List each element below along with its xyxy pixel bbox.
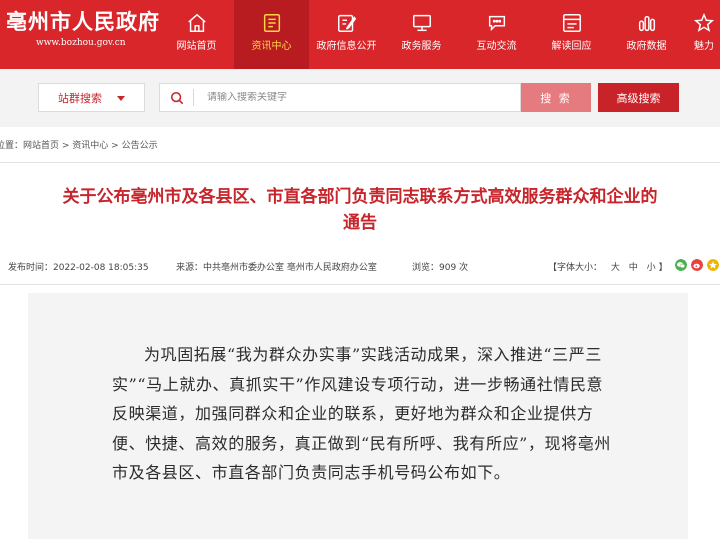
nav-label: 政务服务 bbox=[401, 41, 442, 52]
search-icon bbox=[170, 91, 184, 104]
search-bar: 站群搜索 搜 索 高级搜索 bbox=[0, 69, 720, 127]
search-box bbox=[159, 83, 521, 112]
nav-item-info-disclosure[interactable]: 政府信息公开 bbox=[309, 0, 384, 69]
nav-label: 政府数据 bbox=[626, 41, 667, 52]
article-title-line: 通告 bbox=[343, 213, 377, 233]
divider bbox=[0, 162, 720, 163]
publish-time: 发布时间：2022-02-08 18:05:35 bbox=[8, 263, 149, 273]
nav-item-charm[interactable]: 魅力 bbox=[684, 0, 720, 69]
site-header: 亳州市人民政府 www.bozhou.gov.cn 网站首页 资讯中心 政府信息… bbox=[0, 0, 720, 69]
breadcrumb-announcements[interactable]: 公告公示 bbox=[122, 141, 158, 151]
qzone-icon[interactable] bbox=[707, 259, 719, 271]
site-url: www.bozhou.gov.cn bbox=[36, 38, 126, 48]
share-bar bbox=[675, 259, 719, 271]
article-meta: 发布时间：2022-02-08 18:05:35 来源：中共亳州市委办公室 亳州… bbox=[8, 260, 720, 274]
breadcrumb-separator: > bbox=[59, 141, 73, 151]
font-size-control: 【字体大小： 大 中 小 】 bbox=[548, 260, 668, 273]
nav-label: 网站首页 bbox=[176, 41, 217, 52]
search-input[interactable] bbox=[207, 92, 507, 103]
nav-item-interaction[interactable]: 互动交流 bbox=[459, 0, 534, 69]
font-size-label: 【字体大小： bbox=[548, 263, 603, 273]
nav-label: 政府信息公开 bbox=[316, 41, 377, 52]
search-button[interactable]: 搜 索 bbox=[521, 83, 591, 112]
article-source: 来源：中共亳州市委办公室 亳州市人民政府办公室 bbox=[176, 263, 377, 273]
font-small-button[interactable]: 小 bbox=[647, 263, 656, 273]
nav-label: 解读回应 bbox=[551, 41, 592, 52]
divider bbox=[0, 284, 720, 285]
star-icon bbox=[693, 12, 715, 32]
home-icon bbox=[187, 13, 206, 32]
caret-down-icon bbox=[117, 96, 125, 101]
breadcrumb-home[interactable]: 网站首页 bbox=[23, 141, 59, 151]
advanced-search-button[interactable]: 高级搜索 bbox=[598, 83, 679, 112]
monitor-icon bbox=[412, 14, 431, 32]
site-group-search-select[interactable]: 站群搜索 bbox=[38, 83, 145, 112]
window-icon bbox=[562, 14, 581, 32]
nav-label: 资讯中心 bbox=[251, 41, 292, 52]
nav-item-interpretation[interactable]: 解读回应 bbox=[534, 0, 609, 69]
article-body: 为巩固拓展“我为群众办实事”实践活动成果，深入推进“三严三实”“马上就办、真抓实… bbox=[112, 345, 611, 482]
nav-item-news[interactable]: 资讯中心 bbox=[234, 0, 309, 69]
edit-document-icon bbox=[337, 14, 356, 32]
site-logo[interactable]: 亳州市人民政府 www.bozhou.gov.cn bbox=[6, 9, 160, 49]
site-title: 亳州市人民政府 bbox=[6, 9, 160, 34]
news-icon bbox=[263, 14, 280, 32]
site-select-label: 站群搜索 bbox=[58, 91, 102, 105]
font-medium-button[interactable]: 中 bbox=[629, 263, 638, 273]
main-nav: 网站首页 资讯中心 政府信息公开 政务服务 互动交流 解读回应 政府数据 魅力 bbox=[159, 0, 720, 69]
breadcrumb: 位置：网站首页 > 资讯中心 > 公告公示 bbox=[0, 138, 158, 151]
wechat-icon[interactable] bbox=[675, 259, 687, 271]
article-title-line: 关于公布亳州市及各县区、市直各部门负责同志联系方式高效服务群众和企业的 bbox=[62, 187, 658, 207]
article-title: 关于公布亳州市及各县区、市直各部门负责同志联系方式高效服务群众和企业的 通告 bbox=[0, 184, 720, 236]
nav-item-home[interactable]: 网站首页 bbox=[159, 0, 234, 69]
breadcrumb-news[interactable]: 资讯中心 bbox=[72, 141, 108, 151]
nav-label: 魅力 bbox=[694, 41, 714, 52]
view-count: 浏览：909 次 bbox=[412, 263, 469, 273]
nav-label: 互动交流 bbox=[476, 41, 517, 52]
nav-item-services[interactable]: 政务服务 bbox=[384, 0, 459, 69]
chat-icon bbox=[488, 15, 505, 32]
font-size-end: 】 bbox=[658, 263, 668, 273]
breadcrumb-prefix: 位置： bbox=[0, 141, 24, 151]
nav-item-gov-data[interactable]: 政府数据 bbox=[609, 0, 684, 69]
weibo-icon[interactable] bbox=[691, 259, 703, 271]
bar-chart-icon bbox=[638, 15, 655, 32]
breadcrumb-separator: > bbox=[108, 141, 122, 151]
font-large-button[interactable]: 大 bbox=[611, 263, 620, 273]
search-divider bbox=[193, 89, 194, 106]
